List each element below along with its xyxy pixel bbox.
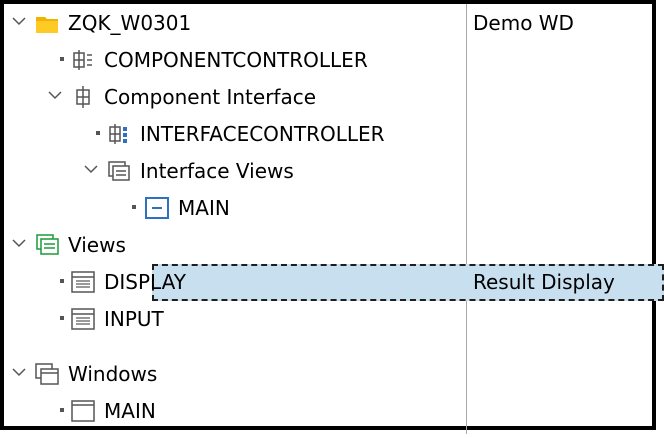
tree-row-component-interface[interactable]: Component Interface bbox=[4, 79, 664, 116]
tree-row-interface-views[interactable]: Interface Views bbox=[4, 153, 664, 190]
interface-controller-icon bbox=[109, 124, 127, 144]
tree-row-description: Demo WD bbox=[473, 11, 574, 35]
interface-views-icon bbox=[108, 161, 130, 181]
tree-bullet bbox=[96, 131, 100, 135]
chevron-down-icon[interactable] bbox=[12, 238, 26, 248]
tree-bullet bbox=[60, 279, 64, 283]
view-icon bbox=[71, 271, 95, 293]
tree-row-component[interactable]: ZQK_W0301 Demo WD bbox=[4, 5, 664, 42]
views-icon bbox=[36, 234, 59, 255]
tree-row-label: Windows bbox=[68, 362, 158, 386]
folder-icon bbox=[36, 17, 58, 33]
tree-row-label: Component Interface bbox=[104, 85, 317, 109]
tree-row-label: Interface Views bbox=[140, 159, 294, 183]
tree-bullet bbox=[132, 205, 136, 209]
tree-row-windows[interactable]: Windows bbox=[4, 356, 664, 393]
tree-row-label: INTERFACECONTROLLER bbox=[140, 122, 385, 146]
tree-row-window-main[interactable]: MAIN bbox=[4, 393, 664, 430]
chevron-down-icon[interactable] bbox=[12, 16, 26, 26]
tree-row-interface-view-main[interactable]: MAIN bbox=[4, 190, 664, 227]
tree-row-label: INPUT bbox=[104, 307, 164, 331]
window-icon bbox=[71, 400, 95, 422]
tree-row-label: DISPLAY bbox=[104, 270, 187, 294]
tree-row-label: COMPONENTCONTROLLER bbox=[104, 48, 368, 72]
windows-icon bbox=[35, 363, 59, 385]
tree-row-label: ZQK_W0301 bbox=[68, 11, 192, 35]
tree-bullet bbox=[60, 408, 64, 412]
tree-row-views[interactable]: Views bbox=[4, 227, 664, 264]
tree-row-label: Views bbox=[68, 233, 126, 257]
tree-row-input[interactable]: INPUT bbox=[4, 301, 664, 338]
tree-row-interfacecontroller[interactable]: INTERFACECONTROLLER bbox=[4, 116, 664, 153]
component-interface-icon bbox=[76, 86, 90, 108]
tree-bullet bbox=[60, 316, 64, 320]
tree-row-label: MAIN bbox=[104, 399, 156, 423]
tree-row-display[interactable]: DISPLAY Result Display bbox=[4, 264, 664, 301]
tree-bullet bbox=[60, 57, 64, 61]
interface-view-icon bbox=[145, 197, 169, 219]
chevron-down-icon[interactable] bbox=[12, 367, 26, 377]
chevron-down-icon[interactable] bbox=[48, 90, 62, 100]
tree-row-componentcontroller[interactable]: COMPONENTCONTROLLER bbox=[4, 42, 664, 79]
tree-row-label: MAIN bbox=[178, 196, 230, 220]
chevron-down-icon[interactable] bbox=[84, 164, 98, 174]
controller-icon bbox=[73, 50, 92, 70]
view-icon bbox=[71, 308, 95, 330]
tree-row-description: Result Display bbox=[473, 270, 615, 294]
